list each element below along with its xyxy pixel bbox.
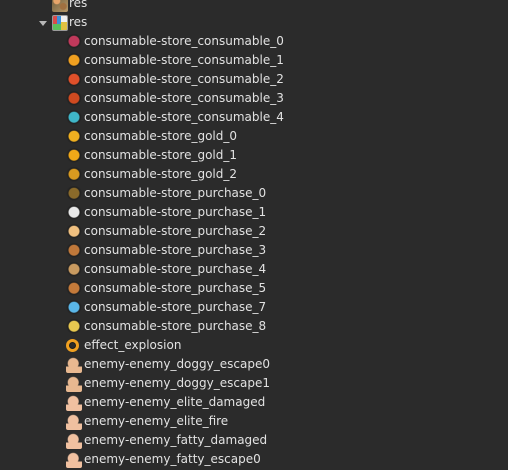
- tree-item[interactable]: consumable-store_consumable_2: [0, 70, 508, 89]
- tree-item-label: consumable-store_purchase_5: [84, 281, 267, 295]
- tree-item-label: res: [69, 0, 88, 10]
- face-icon: [66, 224, 82, 240]
- tree-item-label: enemy-enemy_doggy_escape1: [84, 376, 270, 390]
- spritesheet-icon: [52, 0, 68, 12]
- creature-icon: [66, 452, 82, 468]
- tree-item-res-folder[interactable]: res: [0, 13, 508, 32]
- tree-item[interactable]: consumable-store_purchase_0: [0, 184, 508, 203]
- tree-item-label: consumable-store_gold_1: [84, 148, 238, 162]
- tree-item[interactable]: consumable-store_gold_1: [0, 146, 508, 165]
- ring-icon: [66, 339, 79, 352]
- tree-item[interactable]: enemy-enemy_doggy_escape1: [0, 374, 508, 393]
- tree-item-label: enemy-enemy_doggy_escape0: [84, 357, 270, 371]
- tree-item[interactable]: consumable-store_purchase_3: [0, 241, 508, 260]
- barrel-icon: [66, 281, 82, 297]
- tree-item[interactable]: enemy-enemy_elite_fire: [0, 412, 508, 431]
- tree-item[interactable]: enemy-enemy_fatty_damaged: [0, 431, 508, 450]
- tree-item-label: enemy-enemy_fatty_escape0: [84, 452, 261, 466]
- runner-icon: [66, 72, 82, 88]
- tree-item[interactable]: consumable-store_consumable_0: [0, 32, 508, 51]
- tree-item[interactable]: consumable-store_consumable_4: [0, 108, 508, 127]
- file-tree: res res consumable-store_consumable_0con…: [0, 0, 508, 469]
- gold-bars-icon: [66, 148, 82, 164]
- tree-item-label: enemy-enemy_fatty_damaged: [84, 433, 268, 447]
- tree-item-label: consumable-store_consumable_0: [84, 34, 284, 48]
- tree-item[interactable]: consumable-store_purchase_1: [0, 203, 508, 222]
- tree-item[interactable]: consumable-store_gold_2: [0, 165, 508, 184]
- tree-item-label: consumable-store_purchase_0: [84, 186, 267, 200]
- creature-icon: [66, 357, 82, 373]
- coins-icon: [66, 129, 82, 145]
- tree-item-parent-res[interactable]: res: [0, 0, 508, 13]
- tree-item-label: effect_explosion: [84, 338, 182, 352]
- tree-item-label: consumable-store_purchase_4: [84, 262, 267, 276]
- tree-item-label: consumable-store_purchase_2: [84, 224, 267, 238]
- card-icon: [66, 110, 82, 126]
- tree-item[interactable]: enemy-enemy_doggy_escape0: [0, 355, 508, 374]
- tree-item[interactable]: enemy-enemy_fatty_escape0: [0, 450, 508, 469]
- chick-icon: [66, 53, 82, 69]
- tree-item-label: consumable-store_purchase_8: [84, 319, 267, 333]
- chest-icon: [66, 243, 82, 259]
- creature-icon: [66, 433, 82, 449]
- tree-item-label: consumable-store_purchase_7: [84, 300, 267, 314]
- tree-item-label: res: [69, 15, 88, 29]
- tree-item[interactable]: consumable-store_gold_0: [0, 127, 508, 146]
- tree-item-label: consumable-store_consumable_1: [84, 53, 284, 67]
- tree-item[interactable]: consumable-store_consumable_3: [0, 89, 508, 108]
- tree-item[interactable]: consumable-store_purchase_4: [0, 260, 508, 279]
- tree-item[interactable]: consumable-store_purchase_8: [0, 317, 508, 336]
- tree-item[interactable]: effect_explosion: [0, 336, 508, 355]
- gold-pile-icon: [66, 167, 82, 183]
- tree-item-label: consumable-store_purchase_1: [84, 205, 267, 219]
- tree-item[interactable]: consumable-store_purchase_5: [0, 279, 508, 298]
- expand-arrow-icon[interactable]: [38, 13, 48, 32]
- tree-item-label: consumable-store_gold_0: [84, 129, 238, 143]
- wings-icon: [66, 91, 82, 107]
- tree-item-label: consumable-store_consumable_3: [84, 91, 284, 105]
- tree-item-label: enemy-enemy_elite_damaged: [84, 395, 266, 409]
- tree-item[interactable]: consumable-store_purchase_7: [0, 298, 508, 317]
- tree-item[interactable]: enemy-enemy_elite_damaged: [0, 393, 508, 412]
- mountain-icon: [66, 262, 82, 278]
- tree-item[interactable]: consumable-store_consumable_1: [0, 51, 508, 70]
- plant-icon: [66, 186, 82, 202]
- tree-item-label: consumable-store_consumable_2: [84, 72, 284, 86]
- creature-icon: [66, 376, 82, 392]
- skull-icon: [66, 205, 82, 221]
- tree-item-label: enemy-enemy_elite_fire: [84, 414, 229, 428]
- banner-icon: [66, 319, 82, 335]
- tree-item-label: consumable-store_gold_2: [84, 167, 238, 181]
- potion-icon: [66, 34, 82, 50]
- portrait-icon: [66, 300, 82, 316]
- tree-item-label: consumable-store_consumable_4: [84, 110, 284, 124]
- creature-icon: [66, 395, 82, 411]
- tree-item-label: consumable-store_purchase_3: [84, 243, 267, 257]
- creature-icon: [66, 414, 82, 430]
- tree-item[interactable]: consumable-store_purchase_2: [0, 222, 508, 241]
- atlas-folder-icon: [52, 15, 68, 31]
